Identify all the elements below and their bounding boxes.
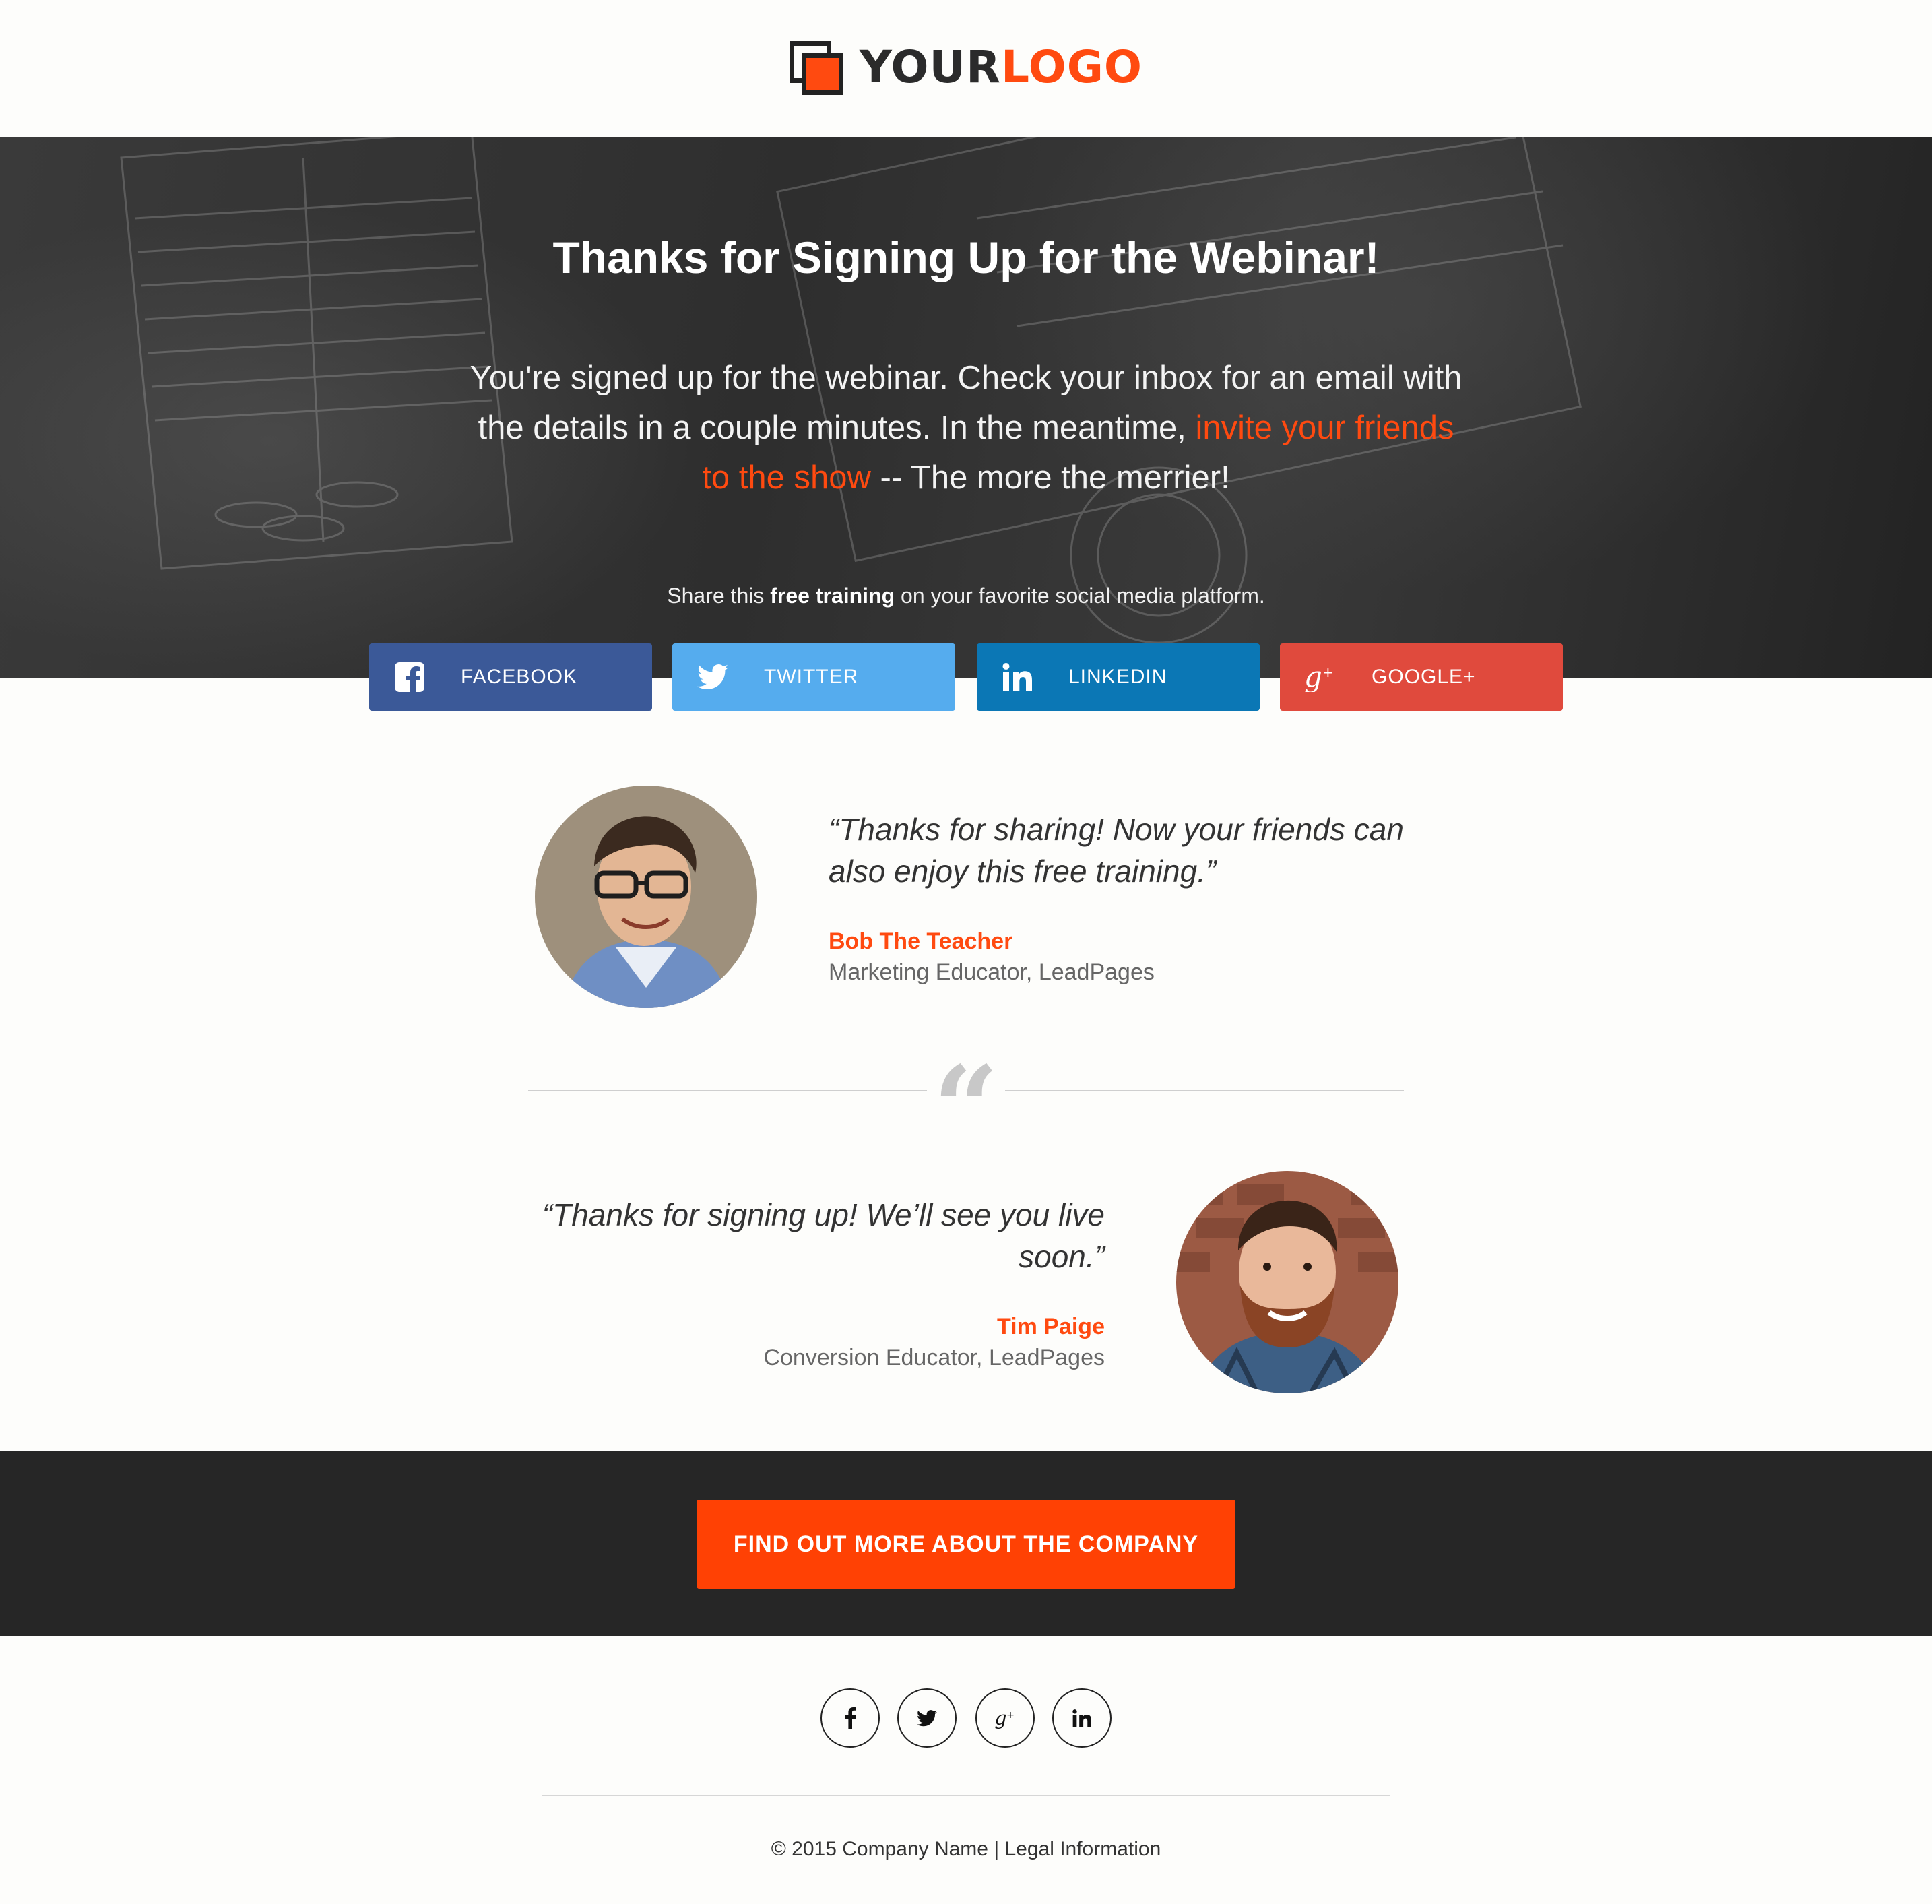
testimonial-avatar-bob <box>535 786 757 1008</box>
svg-text:g: g <box>994 1707 1006 1730</box>
linkedin-icon <box>1072 1709 1091 1727</box>
logo-mark-icon <box>789 41 843 95</box>
share-prompt-bold: free training <box>770 583 895 608</box>
share-buttons: FACEBOOK TWITTER LINKEDIN g + GOOGLE+ <box>0 643 1932 711</box>
cta-section: FIND OUT MORE ABOUT THE COMPANY <box>0 1451 1932 1636</box>
footer-social-icons: g + <box>0 1688 1932 1749</box>
svg-text:+: + <box>1322 664 1334 680</box>
linkedin-icon <box>977 643 1058 711</box>
testimonial-quote: “Thanks for sharing! Now your friends ca… <box>829 812 1404 889</box>
hero-title: Thanks for Signing Up for the Webinar! <box>552 232 1380 282</box>
footer-separator: | <box>988 1838 1005 1860</box>
share-google-plus-button[interactable]: g + GOOGLE+ <box>1280 643 1563 711</box>
share-linkedin-button[interactable]: LINKEDIN <box>977 643 1260 711</box>
twitter-icon <box>917 1709 937 1726</box>
footer-twitter-link[interactable] <box>897 1688 957 1748</box>
logo-text: YOURLOGO <box>860 41 1142 93</box>
hero-body-text-end: -- The more the merrier! <box>870 459 1230 496</box>
footer-google-plus-link[interactable]: g + <box>975 1688 1035 1748</box>
quote-mark-icon: “ <box>933 1041 999 1176</box>
testimonial-avatar-tim <box>1176 1171 1398 1393</box>
testimonial-quote: “Thanks for signing up! We’ll see you li… <box>542 1197 1105 1274</box>
twitter-icon <box>672 643 753 711</box>
copyright-text: © 2015 Company Name <box>771 1838 988 1860</box>
divider-line-left <box>528 1090 927 1091</box>
testimonial-role: Marketing Educator, LeadPages <box>829 959 1155 985</box>
share-google-plus-label: GOOGLE+ <box>1372 666 1476 688</box>
logo-text-part2: LOGO <box>1000 40 1143 93</box>
share-linkedin-label: LINKEDIN <box>1068 666 1167 688</box>
site-header: YOURLOGO <box>0 0 1932 137</box>
svg-text:+: + <box>1006 1710 1015 1721</box>
testimonial-name: Bob The Teacher <box>829 928 1013 954</box>
google-plus-icon: g + <box>1280 643 1361 711</box>
find-out-more-button[interactable]: FIND OUT MORE ABOUT THE COMPANY <box>697 1500 1235 1589</box>
footer-copyright: © 2015 Company Name | Legal Information <box>0 1838 1932 1861</box>
facebook-icon <box>845 1707 856 1729</box>
share-twitter-label: TWITTER <box>764 666 859 688</box>
share-facebook-label: FACEBOOK <box>461 666 578 688</box>
hero-body: You're signed up for the webinar. Check … <box>461 353 1471 503</box>
share-prompt-text-end: on your favorite social media platform. <box>895 583 1265 608</box>
legal-information-link[interactable]: Legal Information <box>1004 1838 1161 1860</box>
divider-line-right <box>1005 1090 1404 1091</box>
share-twitter-button[interactable]: TWITTER <box>672 643 955 711</box>
svg-text:g: g <box>1304 662 1322 692</box>
footer-linkedin-link[interactable] <box>1052 1688 1112 1748</box>
share-facebook-button[interactable]: FACEBOOK <box>369 643 652 711</box>
testimonial-name: Tim Paige <box>997 1314 1105 1339</box>
logo-text-part1: YOUR <box>859 40 1001 93</box>
google-plus-icon: g + <box>994 1707 1015 1730</box>
footer-facebook-link[interactable] <box>820 1688 880 1748</box>
facebook-icon <box>369 643 450 711</box>
hero-section: Thanks for Signing Up for the Webinar! Y… <box>0 137 1932 678</box>
testimonial-role: Conversion Educator, LeadPages <box>763 1345 1105 1370</box>
share-prompt: Share this free training on your favorit… <box>0 583 1932 608</box>
logo[interactable]: YOURLOGO <box>789 41 1142 95</box>
share-prompt-text: Share this <box>667 583 771 608</box>
footer-divider <box>542 1795 1390 1796</box>
